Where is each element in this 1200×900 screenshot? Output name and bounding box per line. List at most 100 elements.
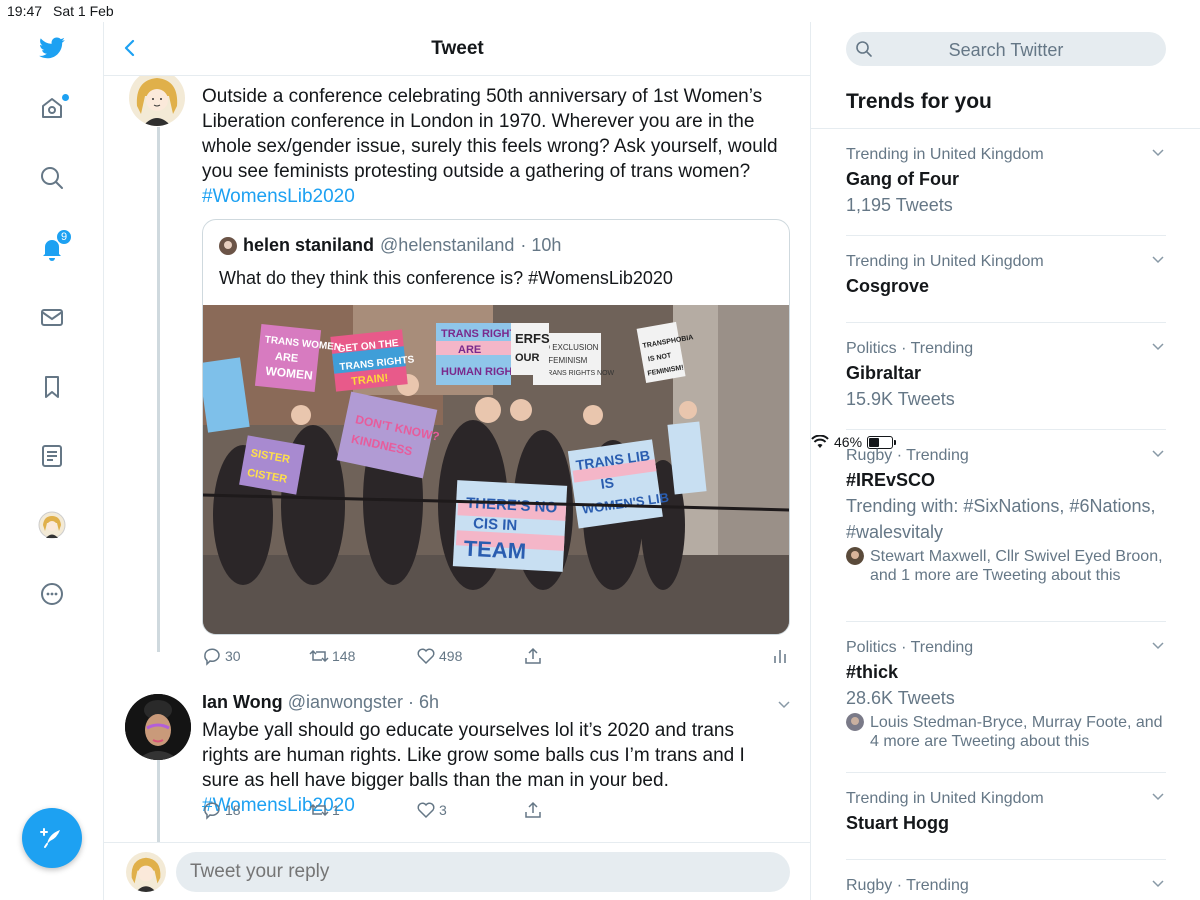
search-placeholder: Search Twitter xyxy=(948,40,1064,60)
reply-icon xyxy=(204,648,220,666)
tweet-hashtag-link[interactable]: #WomensLib2020 xyxy=(202,186,355,207)
svg-text:CIS IN: CIS IN xyxy=(473,515,518,534)
reply-tweet-text: Maybe yall should go educate yourselves … xyxy=(202,718,782,818)
trend-name: Stuart Hogg xyxy=(846,813,949,833)
notifications-badge: 9 xyxy=(56,229,72,245)
trend-name: Cosgrove xyxy=(846,276,930,296)
notifications-icon[interactable]: 9 xyxy=(30,226,74,270)
reply-button[interactable]: 30 xyxy=(202,646,241,666)
reply-author-name[interactable]: Ian Wong xyxy=(202,692,283,712)
share-button-2[interactable] xyxy=(523,800,543,820)
my-avatar xyxy=(126,852,166,892)
status-date: Sat 1 Feb xyxy=(53,3,114,19)
profile-avatar-icon[interactable] xyxy=(30,503,74,547)
trend-context: Politics · Trending xyxy=(846,639,974,656)
retweet-icon xyxy=(309,803,329,817)
page-title: Tweet xyxy=(431,38,484,59)
compose-icon xyxy=(40,828,60,848)
quoted-author-avatar xyxy=(219,236,237,255)
trend-name: Gibraltar xyxy=(846,363,922,383)
heart-icon xyxy=(417,802,435,819)
trend-context: Rugby · Trending xyxy=(846,447,969,464)
retweet-button[interactable]: 148 xyxy=(309,646,355,666)
left-nav: 9 xyxy=(0,22,104,900)
tweet-body: Outside a conference celebrating 50th an… xyxy=(202,86,778,182)
trend-item[interactable]: Trending in United Kingdom Gang of Four … xyxy=(846,144,1166,218)
user-mini-avatar xyxy=(846,713,864,731)
compose-tweet-button[interactable] xyxy=(22,808,82,868)
chevron-down-icon[interactable] xyxy=(1150,338,1166,354)
chevron-down-icon[interactable] xyxy=(1150,788,1166,804)
quoted-author-handle: @helenstaniland xyxy=(380,235,515,255)
lists-icon[interactable] xyxy=(30,434,74,478)
like-button[interactable]: 498 xyxy=(416,646,462,666)
trend-item[interactable]: Politics · Trending #thick 28.6K Tweets … xyxy=(846,637,1166,751)
author-avatar[interactable] xyxy=(129,70,185,126)
trend-item[interactable]: Rugby · Trending xyxy=(846,875,1166,897)
divider xyxy=(846,235,1166,236)
chevron-down-icon[interactable] xyxy=(776,696,792,712)
quoted-tweet-time: · 10h xyxy=(520,235,562,255)
protest-photo[interactable]: THERE'S NO CIS IN TEAM TRANS LIB IS WOME… xyxy=(203,305,790,635)
share-button[interactable] xyxy=(523,646,543,666)
quoted-tweet-text: What do they think this conference is? #… xyxy=(219,268,673,288)
status-bar: 19:47 Sat 1 Feb 46% xyxy=(0,0,1200,450)
analytics-icon xyxy=(774,650,786,663)
quoted-tweet-card[interactable]: helen staniland @helenstaniland · 10h Wh… xyxy=(202,219,790,635)
trend-item[interactable]: Trending in United Kingdom Cosgrove xyxy=(846,251,1166,299)
divider xyxy=(846,621,1166,622)
trend-name: #IREvSCO xyxy=(846,470,936,490)
tweet-detail-column: Tweet Outside a conference celebrating 5… xyxy=(104,22,811,900)
thread-line-2 xyxy=(157,760,160,842)
retweet-button-2[interactable]: 1 xyxy=(309,800,340,820)
svg-text:ARE: ARE xyxy=(274,351,298,365)
like-count-2: 3 xyxy=(439,802,447,818)
search-nav-icon[interactable] xyxy=(30,156,74,200)
chevron-down-icon[interactable] xyxy=(1150,875,1166,891)
tweet-text: Outside a conference celebrating 50th an… xyxy=(202,84,782,209)
trend-count: Trending with: #SixNations, #6Nations, #… xyxy=(846,496,1156,542)
heart-icon xyxy=(417,648,435,665)
new-content-dot xyxy=(62,94,69,101)
search-input[interactable]: Search Twitter xyxy=(846,32,1166,66)
like-count: 498 xyxy=(439,648,463,664)
trend-item[interactable]: Trending in United Kingdom Stuart Hogg xyxy=(846,788,1166,836)
trend-context: Politics · Trending xyxy=(846,340,974,357)
reply-button-2[interactable]: 18 xyxy=(202,800,241,820)
messages-icon[interactable] xyxy=(30,295,74,339)
reply-author-line: Ian Wong @ianwongster · 6h xyxy=(202,692,439,713)
retweet-count: 148 xyxy=(332,648,356,664)
reply-count-2: 18 xyxy=(225,802,241,818)
retweet-count-2: 1 xyxy=(332,802,340,818)
chevron-down-icon[interactable] xyxy=(1150,445,1166,461)
home-icon[interactable] xyxy=(30,86,74,130)
share-icon xyxy=(525,647,541,664)
analytics-button[interactable] xyxy=(770,646,790,666)
trend-count: 15.9K Tweets xyxy=(846,389,955,409)
share-icon xyxy=(525,801,541,818)
bookmarks-icon[interactable] xyxy=(30,365,74,409)
user-mini-avatar xyxy=(846,547,864,565)
trend-tweeting-text: Stewart Maxwell, Cllr Swivel Eyed Broon,… xyxy=(870,548,1163,584)
trend-context: Rugby · Trending xyxy=(846,877,969,894)
like-button-2[interactable]: 3 xyxy=(416,800,447,820)
chevron-down-icon[interactable] xyxy=(1150,251,1166,267)
reply-author-avatar[interactable] xyxy=(125,694,191,760)
trend-count: 1,195 Tweets xyxy=(846,195,953,215)
trend-name: #thick xyxy=(846,662,899,682)
more-icon[interactable] xyxy=(30,572,74,616)
divider xyxy=(846,772,1166,773)
trend-item[interactable]: Rugby · Trending #IREvSCO Trending with:… xyxy=(846,445,1166,585)
trend-item[interactable]: Politics · Trending Gibraltar 15.9K Twee… xyxy=(846,338,1166,412)
quoted-author-name: helen staniland xyxy=(243,235,375,255)
reply-input[interactable] xyxy=(176,852,790,892)
chevron-down-icon[interactable] xyxy=(1150,144,1166,160)
reply-composer xyxy=(104,842,810,900)
reply-author-handle: @ianwongster xyxy=(287,692,404,712)
svg-text:TEAM: TEAM xyxy=(463,536,527,564)
divider xyxy=(811,128,1200,129)
svg-text:ARE: ARE xyxy=(458,344,481,356)
trend-tweeting-about: Stewart Maxwell, Cllr Swivel Eyed Broon,… xyxy=(846,547,1166,585)
chevron-down-icon[interactable] xyxy=(1150,637,1166,653)
twitter-logo-icon[interactable] xyxy=(30,26,74,70)
